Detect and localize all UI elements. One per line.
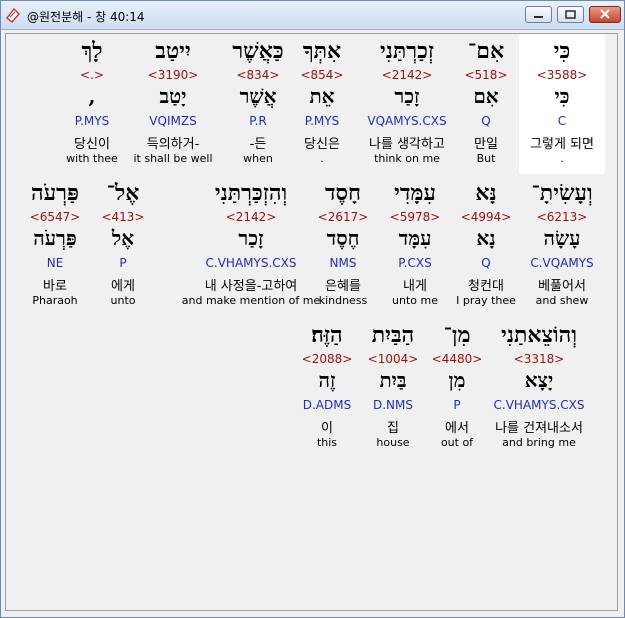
hebrew-word: זְכַרְתַּנִי xyxy=(379,38,435,64)
strong-number[interactable]: <518> xyxy=(443,68,529,82)
lemma: בַּיִת xyxy=(379,368,407,392)
english-gloss: and make mention of me xyxy=(181,294,321,307)
hebrew-word: לָךְ xyxy=(81,38,103,64)
word-cell[interactable]: וְהִזְכַּרְתַּנִי <2142> זָכַר C.VHAMYS.… xyxy=(182,176,321,316)
korean-gloss: 바로 xyxy=(43,279,67,294)
korean-gloss: 이 xyxy=(321,421,333,436)
maximize-button[interactable] xyxy=(557,6,584,23)
parse-code: C.VHAMYS.CXS xyxy=(205,256,297,270)
strong-number[interactable]: <6213> xyxy=(519,210,605,224)
hebrew-word: וְהוֹצֵאתַנִי xyxy=(501,322,577,348)
hebrew-word: מִן־ xyxy=(443,322,471,348)
strong-number[interactable]: <2088> xyxy=(292,352,362,366)
parse-code: VQAMYS.CXS xyxy=(367,114,447,128)
korean-gloss: 당신이 xyxy=(74,137,110,152)
lemma: כִּי xyxy=(554,84,570,108)
lemma: פַּרְעֹה xyxy=(33,226,77,250)
word-cell[interactable]: הַזֶּה׃ <2088> זֶה D.ADMS 이 this xyxy=(292,318,362,458)
hebrew-word: וְהִזְכַּרְתַּנִי xyxy=(214,180,288,206)
lemma: עָשָׂה xyxy=(543,226,581,250)
english-gloss: Pharaoh xyxy=(32,294,78,307)
close-button[interactable] xyxy=(589,6,621,23)
lemma: אִם xyxy=(473,84,499,108)
hebrew-word: פַּרְעֹה xyxy=(31,180,79,206)
minimize-button[interactable] xyxy=(525,6,552,23)
parse-code: C.VHAMYS.CXS xyxy=(493,398,585,412)
maximize-icon xyxy=(558,7,583,22)
hebrew-word: אִם־ xyxy=(467,38,505,64)
app-logo-icon xyxy=(5,7,21,23)
hebrew-word: כִּי xyxy=(553,38,571,64)
title-bar[interactable]: @원전분해 - 창 40:14 xyxy=(1,1,624,30)
word-cell[interactable]: לָךְ <.> , P.MYS 당신이 with thee xyxy=(49,34,135,174)
lemma: , xyxy=(88,84,96,108)
parse-code: D.ADMS xyxy=(302,398,352,412)
strong-number[interactable]: <.> xyxy=(49,68,135,82)
word-cell[interactable]: פַּרְעֹה <6547> פַּרְעֹה NE 바로 Pharaoh xyxy=(20,176,90,316)
hebrew-word: הַבַּיִת xyxy=(371,322,415,348)
close-icon xyxy=(590,7,620,22)
hebrew-word: כַּאֲשֶׁר xyxy=(232,38,284,64)
lemma: חֶסֶד xyxy=(326,226,360,250)
english-gloss: this xyxy=(316,436,338,449)
lemma: אֶל xyxy=(111,226,135,250)
strong-number[interactable]: <2142> xyxy=(364,68,450,82)
window-title: @원전분해 - 창 40:14 xyxy=(27,10,145,24)
strong-number[interactable]: <6547> xyxy=(20,210,90,224)
korean-gloss: 내 사정을-고하여 xyxy=(204,279,298,294)
lemma: מִן xyxy=(448,368,466,392)
strong-number[interactable]: <4480> xyxy=(426,352,488,366)
english-gloss: with thee xyxy=(66,152,118,165)
strong-number[interactable]: <1004> xyxy=(358,352,428,366)
parse-code: P.MYS xyxy=(74,114,110,128)
lemma: זָכַר xyxy=(238,226,264,250)
lemma: יָצָא xyxy=(524,368,554,392)
parse-code: P.R xyxy=(249,114,267,128)
hebrew-word: אֶל־ xyxy=(106,180,140,206)
strong-number[interactable]: <413> xyxy=(88,210,158,224)
strong-number[interactable]: <3588> xyxy=(519,68,605,82)
minimize-icon xyxy=(526,7,551,22)
hebrew-word: הַזֶּה׃ xyxy=(311,322,343,348)
strong-number[interactable]: <834> xyxy=(215,68,301,82)
strong-number[interactable]: <3318> xyxy=(484,352,594,366)
lemma: זָכַר xyxy=(394,84,420,108)
app-window: @원전분해 - 창 40:14 כִּי <3588> כִּי C 그렇게 되… xyxy=(0,0,625,618)
hebrew-word: יִיטַב xyxy=(155,38,191,64)
lemma: אֲשֶׁר xyxy=(239,84,277,108)
parsing-view[interactable]: כִּי <3588> כִּי C 그렇게 되면 . אִם־ <518> א… xyxy=(5,33,618,611)
hebrew-word: חָסֶד xyxy=(324,180,362,206)
parse-code: NE xyxy=(46,256,64,270)
lemma: יָטַב xyxy=(159,84,187,108)
strong-number[interactable]: <3190> xyxy=(130,68,216,82)
strong-number[interactable]: <2617> xyxy=(300,210,386,224)
hebrew-word: וְעָשִׂיתָ־ xyxy=(531,180,593,206)
lemma: זֶה xyxy=(318,368,336,392)
strong-number[interactable]: <2142> xyxy=(191,210,311,224)
